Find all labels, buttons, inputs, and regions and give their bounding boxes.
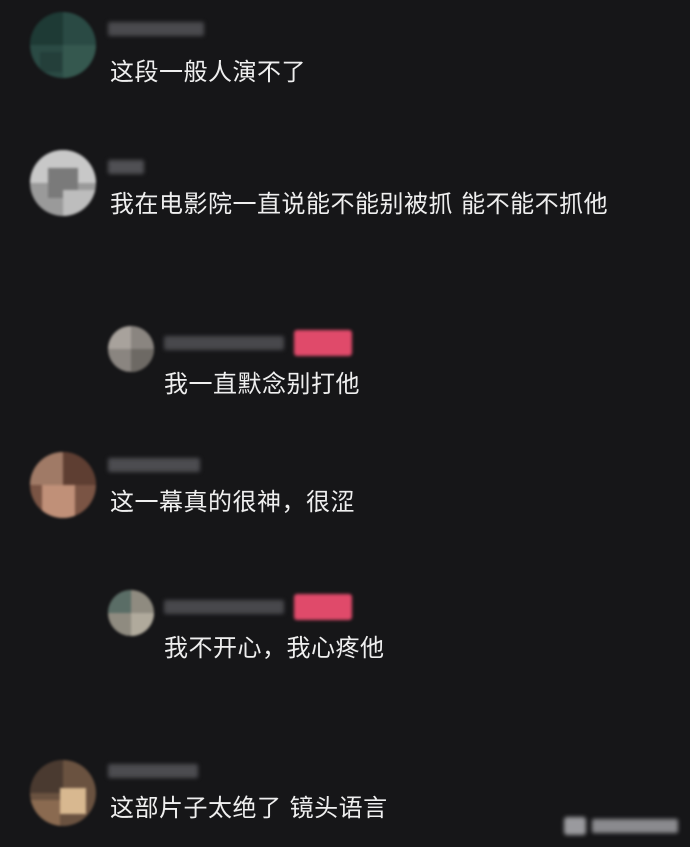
- comment-text: 这部片子太绝了 镜头语言: [110, 794, 388, 822]
- username-blurred[interactable]: [108, 458, 200, 472]
- avatar[interactable]: [108, 590, 154, 636]
- comment-item[interactable]: 这一幕真的很神，很涩: [0, 446, 690, 536]
- comment-text: 我一直默念别打他: [164, 370, 360, 398]
- comment-text: 这段一般人演不了: [110, 58, 306, 86]
- username-blurred[interactable]: [164, 600, 284, 614]
- avatar[interactable]: [108, 326, 154, 372]
- avatar[interactable]: [30, 760, 96, 826]
- reply-item[interactable]: 我不开心，我心疼他: [100, 584, 690, 674]
- username-blurred[interactable]: [164, 336, 284, 350]
- user-badge: [294, 330, 352, 356]
- reply-item[interactable]: 我一直默念别打他: [100, 318, 690, 408]
- comment-text: 我在电影院一直说能不能别被抓 能不能不抓他: [110, 190, 609, 218]
- watermark-blurred: [564, 813, 682, 839]
- comment-text: 这一幕真的很神，很涩: [110, 488, 355, 516]
- username-blurred[interactable]: [108, 764, 198, 778]
- username-blurred[interactable]: [108, 160, 144, 174]
- comment-item[interactable]: 这段一般人演不了: [0, 0, 690, 110]
- avatar[interactable]: [30, 12, 96, 78]
- comment-item[interactable]: 我在电影院一直说能不能别被抓 能不能不抓他: [0, 140, 690, 280]
- username-blurred[interactable]: [108, 22, 204, 36]
- comment-text: 我不开心，我心疼他: [164, 634, 385, 662]
- avatar[interactable]: [30, 452, 96, 518]
- user-badge: [294, 594, 352, 620]
- avatar[interactable]: [30, 150, 96, 216]
